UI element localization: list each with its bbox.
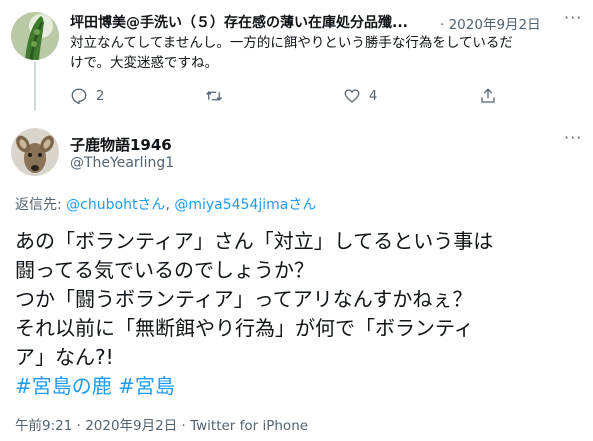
reply-text-line: 対立なんてしてませんし。一方的に餌やりという勝手な行為をしているだ — [70, 35, 513, 51]
main-text-line: ア」なん?! — [15, 345, 114, 369]
share-icon — [481, 88, 495, 103]
hashtag-link[interactable]: #宮島 — [118, 374, 175, 398]
retweet-action-button[interactable] — [205, 85, 223, 107]
reply-to-user-link[interactable]: @miya5454jimaさん — [174, 197, 316, 213]
thread-connector-line — [34, 62, 36, 110]
main-text-line: あの「ボランティア」さん「対立」してるという事は — [15, 229, 494, 253]
main-text-line: つか「闘うボランティア」ってアリなんすかねぇ？ — [15, 287, 473, 311]
more-options-icon[interactable]: ··· — [564, 8, 582, 27]
reply-display-name[interactable]: 坪田博美@手洗い（５）存在感の薄い在庫処分品殲... — [70, 12, 440, 32]
retweet-icon — [206, 91, 222, 101]
like-action-button[interactable]: 4 — [343, 85, 377, 107]
main-display-name[interactable]: 子鹿物語1946 — [70, 134, 172, 155]
avatar-yearling[interactable] — [11, 128, 59, 176]
hashtags-line: #宮島の鹿 #宮島 — [15, 372, 585, 401]
avatar-tsubota[interactable] — [11, 12, 59, 60]
heart-icon — [344, 89, 360, 103]
tweet-timestamp[interactable]: 午前9:21 · 2020年9月2日 · Twitter for iPhone — [15, 414, 308, 434]
reply-count: 2 — [96, 88, 105, 104]
main-text-line: それ以前に「無断餌やり行為」が何で「ボランティ — [15, 316, 474, 340]
main-text-line: 闘ってる気でいるのでしょうか？ — [15, 258, 314, 282]
share-action-button[interactable] — [479, 85, 497, 107]
reply-to-line: 返信先: @chubohtさん, @miya5454jimaさん — [15, 194, 316, 214]
hashtag-link[interactable]: #宮島の鹿 — [15, 374, 112, 398]
like-count: 4 — [369, 88, 378, 104]
avatar-image — [11, 12, 59, 60]
avatar-image — [11, 128, 59, 176]
reply-icon — [71, 88, 87, 105]
reply-to-user-link[interactable]: @chubohtさん — [66, 197, 165, 213]
reply-date[interactable]: · 2020年9月2日 — [440, 13, 541, 33]
reply-text: 対立なんてしてませんし。一方的に餌やりという勝手な行為をしているだ けで。大変迷… — [70, 33, 585, 73]
reply-text-line: けで。大変迷惑ですね。 — [70, 55, 218, 71]
main-tweet-text: あの「ボランティア」さん「対立」してるという事は 闘ってる気でいるのでしょうか？… — [15, 227, 585, 401]
reply-action-button[interactable]: 2 — [70, 85, 104, 107]
reply-to-prefix: 返信先: — [15, 197, 67, 213]
more-options-icon[interactable]: ··· — [564, 128, 582, 147]
main-handle[interactable]: @TheYearling1 — [70, 155, 174, 171]
reply-to-separator: , — [165, 197, 175, 213]
